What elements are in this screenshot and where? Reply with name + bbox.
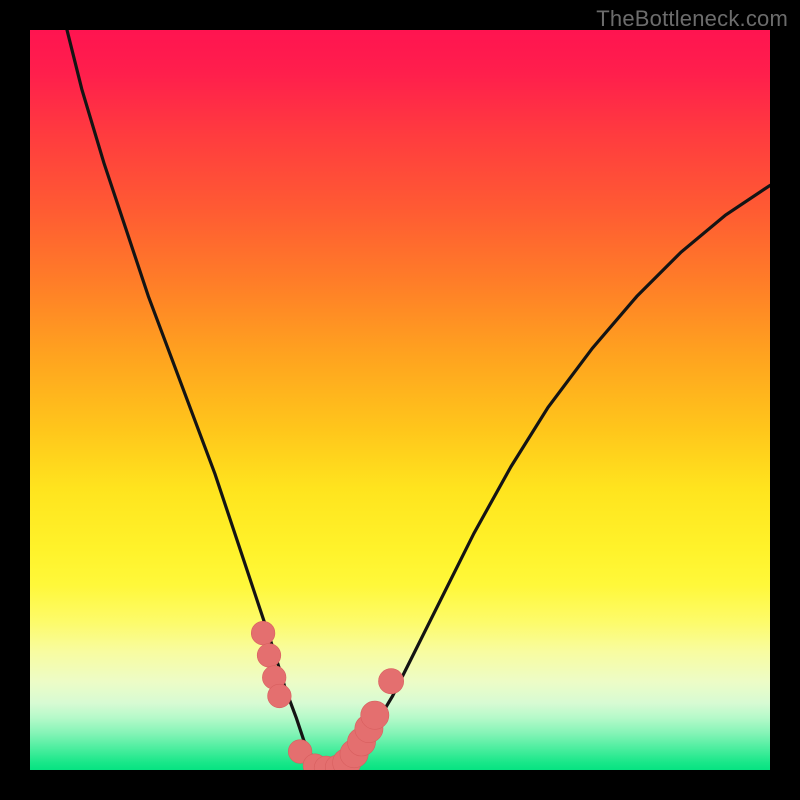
curve-marker <box>379 669 404 694</box>
curve-marker <box>268 684 292 708</box>
curve-markers <box>251 621 403 770</box>
chart-frame: TheBottleneck.com <box>0 0 800 800</box>
chart-svg <box>30 30 770 770</box>
bottleneck-curve <box>67 30 770 770</box>
plot-area <box>30 30 770 770</box>
curve-marker <box>361 701 389 729</box>
watermark-text: TheBottleneck.com <box>596 6 788 32</box>
curve-marker <box>251 621 275 645</box>
curve-marker <box>257 644 281 668</box>
